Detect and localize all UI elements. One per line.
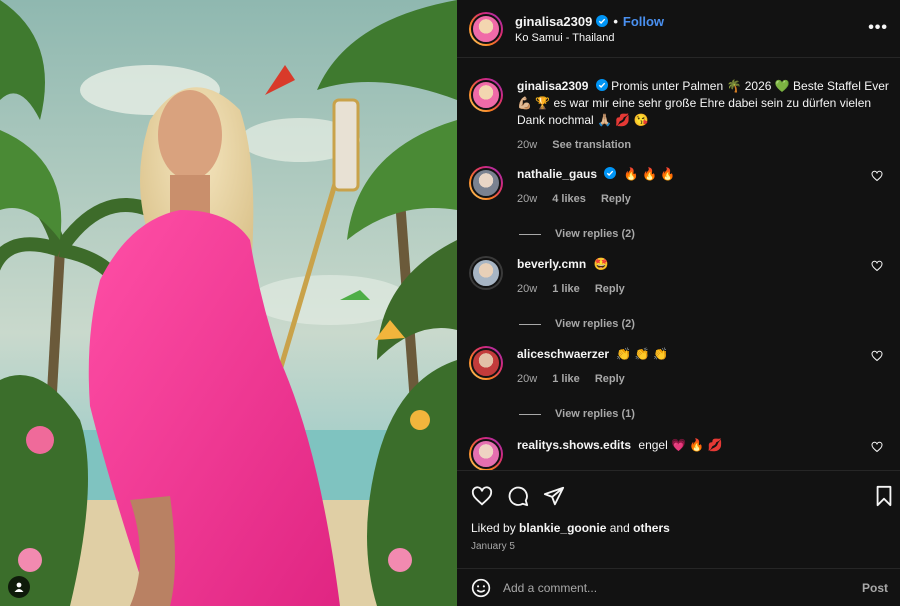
verified-badge-icon — [596, 15, 609, 27]
see-translation-link[interactable]: See translation — [552, 139, 631, 151]
author-avatar[interactable] — [469, 11, 503, 46]
liked-user-link[interactable]: blankie_goonie — [519, 521, 606, 535]
add-comment-bar: Post — [457, 568, 900, 606]
post-actions: Liked by blankie_goonie and others Janua… — [457, 470, 900, 568]
author-username[interactable]: ginalisa2309 — [515, 14, 592, 29]
verified-badge-icon — [595, 79, 608, 91]
comment-heart-icon[interactable] — [871, 441, 883, 453]
comment-username[interactable]: beverly.cmn — [517, 257, 586, 271]
comment-item: beverly.cmn 🤩 20w 1 like Reply — [469, 256, 889, 298]
comment-heart-icon[interactable] — [871, 170, 883, 182]
view-replies-button[interactable]: View replies (2) — [519, 318, 635, 330]
comment-text: 👏 👏 👏 — [616, 347, 668, 361]
comment-item: realitys.shows.edits engel 💗 🔥 💋 — [469, 437, 889, 470]
caption-time[interactable]: 20w — [517, 139, 537, 151]
comment-text: engel 💗 🔥 💋 — [638, 438, 723, 452]
comment-likes[interactable]: 4 likes — [552, 193, 586, 205]
person-tag-icon[interactable] — [8, 576, 30, 598]
liked-by-text: Liked by blankie_goonie and others — [471, 521, 670, 535]
comment-avatar[interactable] — [469, 166, 503, 200]
comment-avatar[interactable] — [469, 437, 503, 470]
comment-item: nathalie_gaus 🔥 🔥 🔥 20w 4 likes Reply — [469, 166, 889, 208]
post-header: ginalisa2309 • Follow Ko Samui - Thailan… — [457, 0, 900, 58]
comment-avatar[interactable] — [469, 346, 503, 380]
comment-input[interactable] — [503, 580, 833, 595]
comment-heart-icon[interactable] — [871, 260, 883, 272]
heart-icon[interactable] — [471, 485, 493, 507]
location-link[interactable]: Ko Samui - Thailand — [515, 32, 664, 44]
view-replies-label: View replies (1) — [555, 408, 635, 420]
emoji-icon[interactable] — [471, 578, 491, 598]
view-replies-button[interactable]: View replies (1) — [519, 408, 635, 420]
comment-username[interactable]: realitys.shows.edits — [517, 438, 631, 452]
caption-avatar[interactable] — [469, 78, 503, 112]
comment-item: aliceschwaerzer 👏 👏 👏 20w 1 like Reply — [469, 346, 889, 388]
comment-likes[interactable]: 1 like — [552, 283, 580, 295]
liked-and: and — [609, 521, 630, 535]
post-details-panel: ginalisa2309 • Follow Ko Samui - Thailan… — [457, 0, 900, 606]
post-date[interactable]: January 5 — [471, 541, 515, 552]
more-options-icon[interactable]: ••• — [868, 19, 888, 37]
post-photo[interactable] — [0, 0, 457, 606]
post-comment-button[interactable]: Post — [862, 581, 888, 595]
view-replies-label: View replies (2) — [555, 318, 635, 330]
comment-heart-icon[interactable] — [871, 350, 883, 362]
bookmark-icon[interactable] — [875, 485, 893, 507]
follow-button[interactable]: Follow — [623, 14, 664, 29]
verified-badge-icon — [604, 167, 617, 179]
view-replies-label: View replies (2) — [555, 228, 635, 240]
comment-username[interactable]: nathalie_gaus — [517, 167, 597, 181]
comment-time[interactable]: 20w — [517, 373, 537, 385]
comment-icon[interactable] — [507, 485, 529, 507]
reply-button[interactable]: Reply — [595, 373, 625, 385]
comment-time[interactable]: 20w — [517, 193, 537, 205]
comment-time[interactable]: 20w — [517, 283, 537, 295]
comment-likes[interactable]: 1 like — [552, 373, 580, 385]
comments-list[interactable]: ginalisa2309 Promis unter Palmen 🌴 2026 … — [457, 58, 900, 470]
comment-avatar[interactable] — [469, 256, 503, 290]
view-replies-button[interactable]: View replies (2) — [519, 228, 635, 240]
caption-username[interactable]: ginalisa2309 — [517, 79, 588, 93]
share-icon[interactable] — [543, 485, 565, 507]
liked-others-link[interactable]: others — [633, 521, 670, 535]
comment-username[interactable]: aliceschwaerzer — [517, 347, 609, 361]
liked-prefix: Liked by — [471, 521, 516, 535]
comment-text: 🤩 — [593, 257, 609, 271]
comment-text: 🔥 🔥 🔥 — [623, 167, 676, 181]
reply-button[interactable]: Reply — [595, 283, 625, 295]
separator-dot: • — [613, 13, 618, 29]
reply-button[interactable]: Reply — [601, 193, 631, 205]
post-caption: ginalisa2309 Promis unter Palmen 🌴 2026 … — [469, 78, 889, 154]
